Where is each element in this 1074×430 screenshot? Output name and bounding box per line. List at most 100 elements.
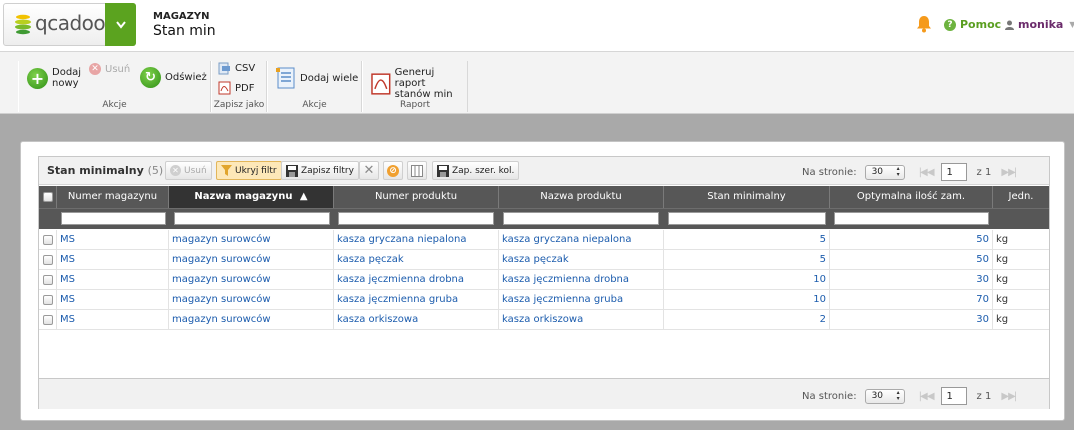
filter-optimal-order[interactable] bbox=[834, 212, 989, 225]
ribbon-group-label: Zapisz jako bbox=[213, 100, 265, 110]
cell-product-name[interactable]: kasza orkiszowa bbox=[499, 310, 664, 330]
columns-button[interactable] bbox=[407, 161, 427, 180]
grid-delete-button[interactable]: ✕ Usuń bbox=[165, 161, 212, 180]
row-checkbox[interactable] bbox=[43, 295, 53, 305]
cell-optimal-order[interactable]: 50 bbox=[830, 230, 993, 250]
filter-product-number[interactable] bbox=[338, 212, 494, 225]
user-menu[interactable]: monika ▼ bbox=[1005, 18, 1074, 31]
plus-icon: + bbox=[27, 67, 48, 89]
first-prev-page-icon[interactable]: |◀ ◀ bbox=[919, 167, 935, 178]
row-checkbox[interactable] bbox=[43, 235, 53, 245]
filter-icon bbox=[221, 165, 232, 176]
hide-filter-button[interactable]: Ukryj filtr bbox=[216, 161, 282, 180]
column-header-unit[interactable]: Jedn. bbox=[993, 186, 1049, 208]
cell-min-stock[interactable]: 2 bbox=[664, 310, 830, 330]
cell-product-name[interactable]: kasza jęczmienna gruba bbox=[499, 290, 664, 310]
cell-product-number[interactable]: kasza jęczmienna drobna bbox=[334, 270, 499, 290]
delete-label: Usuń bbox=[105, 63, 131, 75]
grid-filter-row bbox=[39, 208, 1049, 229]
per-page-select[interactable]: 30 bbox=[864, 164, 905, 180]
cell-warehouse-number[interactable]: MS bbox=[57, 290, 169, 310]
app-logo-switcher[interactable]: qcadoo bbox=[3, 3, 136, 46]
column-header-product-number[interactable]: Numer produktu bbox=[334, 186, 499, 208]
menu-toggle-button[interactable] bbox=[105, 3, 136, 46]
column-header-optimal-order[interactable]: Optymalna ilość zam. bbox=[830, 186, 993, 208]
save-column-widths-button[interactable]: Zap. szer. kol. bbox=[432, 161, 520, 180]
sort-ascending-icon: ▲ bbox=[299, 191, 308, 202]
cell-optimal-order[interactable]: 70 bbox=[830, 290, 993, 310]
cell-product-name[interactable]: kasza pęczak bbox=[499, 250, 664, 270]
save-filters-button[interactable]: Zapisz filtry bbox=[281, 161, 359, 180]
cell-min-stock[interactable]: 5 bbox=[664, 230, 830, 250]
first-prev-page-icon[interactable]: |◀ ◀ bbox=[919, 391, 935, 402]
select-all-cell bbox=[39, 186, 57, 208]
clear-x-icon: ✕ bbox=[363, 163, 375, 178]
help-link[interactable]: ? Pomoc bbox=[944, 18, 1001, 31]
column-header-warehouse-name[interactable]: Nazwa magazynu ▲ bbox=[169, 186, 334, 208]
delete-button[interactable]: ✕ Usuń bbox=[89, 63, 130, 75]
row-select-cell bbox=[39, 290, 57, 310]
grid-header-row: Numer magazynu Nazwa magazynu ▲ Numer pr… bbox=[39, 186, 1049, 208]
table-row[interactable]: MS magazyn surowców kasza gryczana niepalo… bbox=[39, 230, 1049, 250]
row-select-cell bbox=[39, 310, 57, 330]
cell-warehouse-name[interactable]: magazyn surowców bbox=[169, 310, 334, 330]
top-pager: Na stronie: 30 |◀ ◀ 1 z 1 ▶ ▶| bbox=[802, 163, 1017, 181]
cell-warehouse-number[interactable]: MS bbox=[57, 230, 169, 250]
cell-product-number[interactable]: kasza jęczmienna gruba bbox=[334, 290, 499, 310]
next-last-page-icon[interactable]: ▶ ▶| bbox=[1001, 391, 1017, 402]
export-pdf-button[interactable]: PDF bbox=[218, 81, 254, 95]
grid-record-count: (5) bbox=[147, 164, 164, 177]
column-header-warehouse-number[interactable]: Numer magazynu bbox=[57, 186, 169, 208]
filter-product-name[interactable] bbox=[503, 212, 659, 225]
grid-toolbar: Stan minimalny (5) ✕ Usuń Ukryj filtr Za… bbox=[39, 157, 1049, 185]
cell-min-stock[interactable]: 10 bbox=[664, 290, 830, 310]
page-number-input[interactable]: 1 bbox=[940, 387, 967, 405]
cell-warehouse-name[interactable]: magazyn surowców bbox=[169, 270, 334, 290]
cell-optimal-order[interactable]: 50 bbox=[830, 250, 993, 270]
cell-warehouse-number[interactable]: MS bbox=[57, 270, 169, 290]
add-many-button[interactable]: Dodaj wiele bbox=[276, 67, 358, 89]
per-page-select[interactable]: 30 bbox=[864, 388, 905, 404]
row-checkbox[interactable] bbox=[43, 315, 53, 325]
table-row[interactable]: MS magazyn surowców kasza orkiszowa kasza o… bbox=[39, 310, 1049, 330]
cell-product-number[interactable]: kasza orkiszowa bbox=[334, 310, 499, 330]
generate-report-button[interactable]: Generuj raport stanów min bbox=[371, 67, 467, 100]
cell-min-stock[interactable]: 10 bbox=[664, 270, 830, 290]
column-header-min-stock[interactable]: Stan minimalny bbox=[664, 186, 830, 208]
filter-warehouse-name[interactable] bbox=[174, 212, 330, 225]
cell-warehouse-name[interactable]: magazyn surowców bbox=[169, 250, 334, 270]
next-last-page-icon[interactable]: ▶ ▶| bbox=[1001, 167, 1017, 178]
clear-filters-button[interactable]: ✕ bbox=[359, 161, 379, 180]
table-row[interactable]: MS magazyn surowców kasza jęczmienna drobn… bbox=[39, 270, 1049, 290]
cell-warehouse-name[interactable]: magazyn surowców bbox=[169, 230, 334, 250]
cell-warehouse-number[interactable]: MS bbox=[57, 310, 169, 330]
page-number-input[interactable]: 1 bbox=[940, 163, 967, 181]
filter-warehouse-number[interactable] bbox=[61, 212, 166, 225]
cell-product-name[interactable]: kasza gryczana niepalona bbox=[499, 230, 664, 250]
notification-bell-icon[interactable] bbox=[916, 15, 932, 33]
refresh-button[interactable]: ↻ Odśwież bbox=[140, 67, 207, 88]
cell-min-stock[interactable]: 5 bbox=[664, 250, 830, 270]
cell-optimal-order[interactable]: 30 bbox=[830, 270, 993, 290]
table-row[interactable]: MS magazyn surowców kasza jęczmienna gruba… bbox=[39, 290, 1049, 310]
floppy-disk-icon bbox=[437, 164, 449, 177]
row-checkbox[interactable] bbox=[43, 255, 53, 265]
page-count: z 1 bbox=[976, 390, 992, 402]
cancel-circle-icon: ⊘ bbox=[387, 164, 399, 177]
cell-product-name[interactable]: kasza jęczmienna drobna bbox=[499, 270, 664, 290]
cell-warehouse-name[interactable]: magazyn surowców bbox=[169, 290, 334, 310]
cell-product-number[interactable]: kasza pęczak bbox=[334, 250, 499, 270]
chevron-down-icon bbox=[115, 20, 126, 29]
reset-order-button[interactable]: ⊘ bbox=[383, 161, 403, 180]
export-csv-button[interactable]: CSV bbox=[218, 62, 255, 75]
column-header-product-name[interactable]: Nazwa produktu bbox=[499, 186, 664, 208]
table-row[interactable]: MS magazyn surowców kasza pęczak kasza pęcz… bbox=[39, 250, 1049, 270]
page-title: Stan min bbox=[153, 23, 216, 39]
filter-min-stock[interactable] bbox=[668, 212, 826, 225]
row-checkbox[interactable] bbox=[43, 275, 53, 285]
cell-optimal-order[interactable]: 30 bbox=[830, 310, 993, 330]
select-all-checkbox[interactable] bbox=[43, 192, 53, 202]
add-new-button[interactable]: + Dodaj nowy bbox=[27, 67, 81, 89]
cell-warehouse-number[interactable]: MS bbox=[57, 250, 169, 270]
cell-product-number[interactable]: kasza gryczana niepalona bbox=[334, 230, 499, 250]
